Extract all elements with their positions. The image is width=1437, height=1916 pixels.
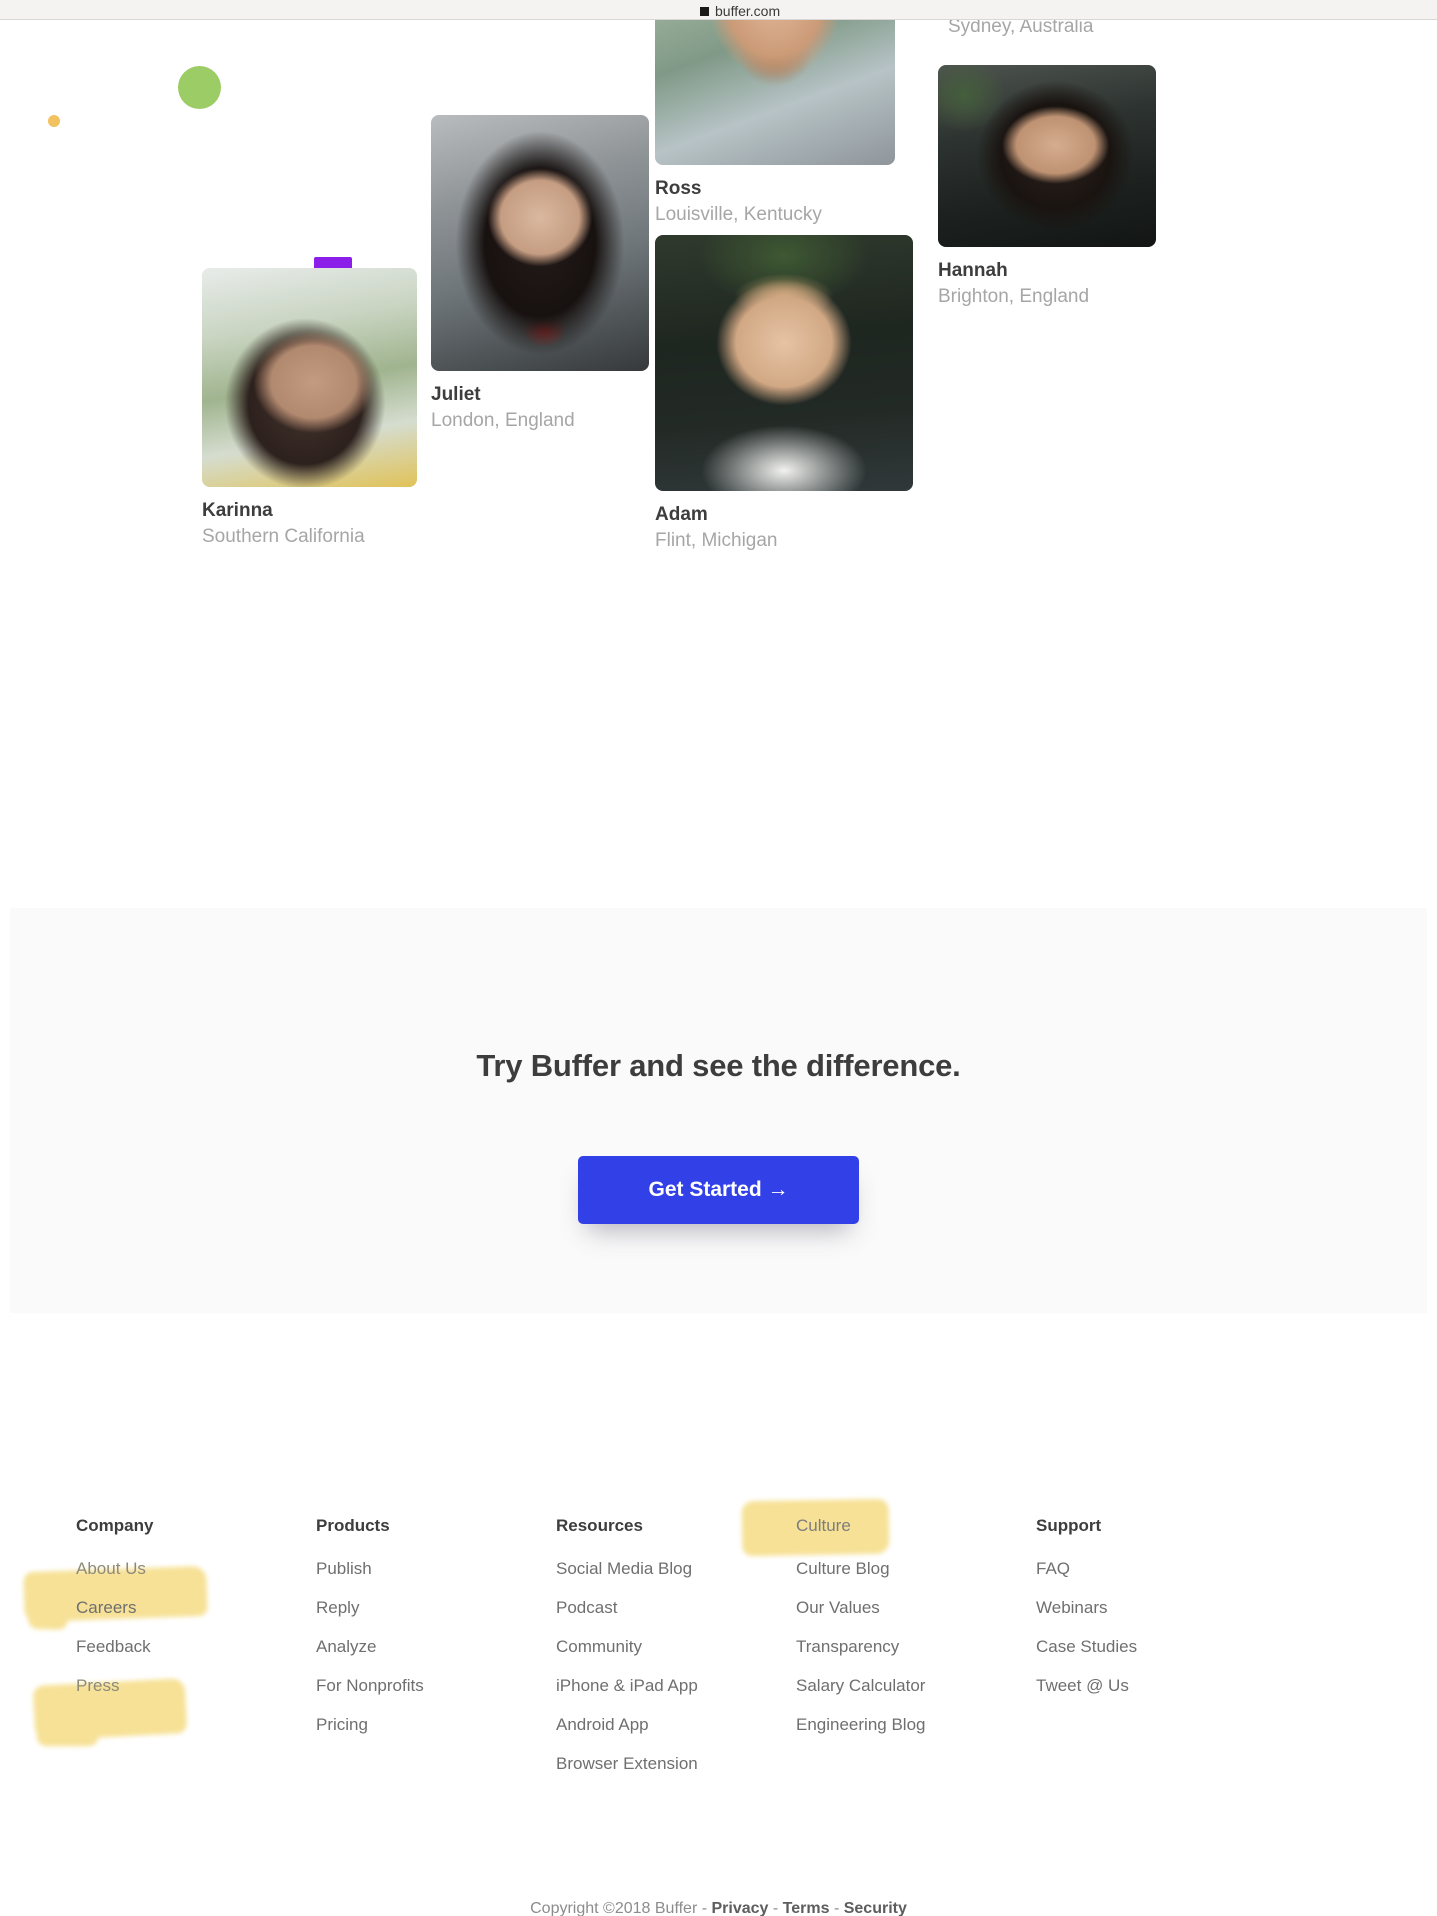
team-member-name: Ross <box>655 178 702 199</box>
copyright-link-terms[interactable]: Terms <box>783 1900 830 1916</box>
footer-column-title[interactable]: Culture <box>796 1516 851 1536</box>
team-member-name: Karinna <box>202 500 273 521</box>
copyright-text: Copyright ©2018 Buffer - <box>530 1900 712 1916</box>
site-footer: Company About Us Careers Feedback Press Produ… <box>10 1313 1427 1916</box>
footer-link[interactable]: Transparency <box>796 1637 899 1657</box>
footer-link[interactable]: Community <box>556 1637 642 1657</box>
browser-tab[interactable]: buffer.com <box>700 3 780 19</box>
team-member-location: Brighton, England <box>938 285 1090 307</box>
footer-column-company: Company About Us Careers Feedback Press <box>23 1516 316 1793</box>
team-member-name: Adam <box>655 504 708 525</box>
copyright-line: Copyright ©2018 Buffer - Privacy - Terms… <box>10 1900 1427 1916</box>
footer-link[interactable]: Social Media Blog <box>556 1559 692 1579</box>
footer-link[interactable]: Salary Calculator <box>796 1676 925 1696</box>
team-member-location: London, England <box>431 409 575 431</box>
team-member-ross[interactable]: Ross Louisville, Kentucky <box>655 20 895 226</box>
footer-link[interactable]: Webinars <box>1036 1598 1108 1618</box>
footer-link[interactable]: Analyze <box>316 1637 376 1657</box>
team-collage-section: Sydney, Australia Ross Louisville, Kentu… <box>10 20 1427 908</box>
get-started-button[interactable]: Get Started → <box>578 1155 859 1224</box>
footer-link[interactable]: Culture Blog <box>796 1559 890 1579</box>
team-member-photo <box>938 65 1156 247</box>
footer-column-culture: Culture Culture Blog Our Values Transparenc… <box>741 1498 1036 1793</box>
browser-chrome: buffer.com <box>0 0 1437 20</box>
footer-columns: Company About Us Careers Feedback Press Produ… <box>10 1498 1427 1793</box>
footer-link[interactable]: Careers <box>76 1598 136 1618</box>
footer-link[interactable]: Case Studies <box>1036 1637 1137 1657</box>
team-member-photo <box>655 235 913 491</box>
team-member-location: Louisville, Kentucky <box>655 203 822 225</box>
team-member-juliet[interactable]: Juliet London, England <box>431 115 651 432</box>
decorative-orange-dot <box>48 115 60 127</box>
copyright-separator: - <box>829 1900 844 1916</box>
footer-link[interactable]: iPhone & iPad App <box>556 1676 698 1696</box>
footer-column-title: Company <box>76 1516 154 1535</box>
cta-heading: Try Buffer and see the difference. <box>476 1048 961 1083</box>
copyright-separator: - <box>768 1900 783 1916</box>
footer-link[interactable]: Engineering Blog <box>796 1715 925 1735</box>
cta-section: Try Buffer and see the difference. Get S… <box>10 908 1427 1313</box>
team-member-name: Hannah <box>938 260 1008 281</box>
decorative-green-circle <box>178 66 221 109</box>
footer-link[interactable]: Pricing <box>316 1715 368 1735</box>
footer-column-title: Products <box>316 1516 390 1535</box>
footer-link[interactable]: Press <box>76 1676 119 1696</box>
team-member-location: Sydney, Australia <box>948 20 1094 37</box>
footer-link[interactable]: Browser Extension <box>556 1754 698 1774</box>
footer-link[interactable]: Our Values <box>796 1598 880 1618</box>
page-viewport: Sydney, Australia Ross Louisville, Kentu… <box>10 20 1427 1916</box>
footer-column-products: Products Publish Reply Analyze For Nonprofit… <box>316 1516 556 1793</box>
team-member-location: Flint, Michigan <box>655 529 778 551</box>
footer-column-resources: Resources Social Media Blog Podcast Communi… <box>556 1516 796 1793</box>
copyright-link-privacy[interactable]: Privacy <box>712 1900 769 1916</box>
footer-link[interactable]: About Us <box>76 1559 146 1579</box>
team-member-name: Juliet <box>431 384 481 405</box>
footer-column-title: Resources <box>556 1516 643 1535</box>
footer-column-support: Support FAQ Webinars Case Studies Tweet @ Us <box>1036 1516 1276 1793</box>
footer-link[interactable]: Reply <box>316 1598 359 1618</box>
footer-link[interactable]: Publish <box>316 1559 372 1579</box>
purple-tab-marker <box>314 257 352 268</box>
team-member-location: Southern California <box>202 525 365 547</box>
footer-link[interactable]: Tweet @ Us <box>1036 1676 1129 1696</box>
footer-column-title: Support <box>1036 1516 1102 1535</box>
favicon-icon <box>700 6 709 16</box>
browser-tab-title: buffer.com <box>715 3 781 19</box>
footer-link[interactable]: FAQ <box>1036 1559 1070 1579</box>
team-member-karinna[interactable]: Karinna Southern California <box>202 257 422 548</box>
team-member-photo <box>655 20 895 165</box>
team-member-hannah[interactable]: Hannah Brighton, England <box>938 65 1158 308</box>
team-member-adam[interactable]: Adam Flint, Michigan <box>655 235 915 552</box>
copyright-link-security[interactable]: Security <box>844 1900 907 1916</box>
team-member-photo <box>202 268 417 487</box>
footer-link[interactable]: Feedback <box>76 1637 151 1657</box>
team-member-cutoff[interactable]: Sydney, Australia <box>948 20 1248 38</box>
footer-link[interactable]: Android App <box>556 1715 649 1735</box>
footer-link[interactable]: Podcast <box>556 1598 617 1618</box>
team-member-photo <box>431 115 649 371</box>
footer-link[interactable]: For Nonprofits <box>316 1676 424 1696</box>
